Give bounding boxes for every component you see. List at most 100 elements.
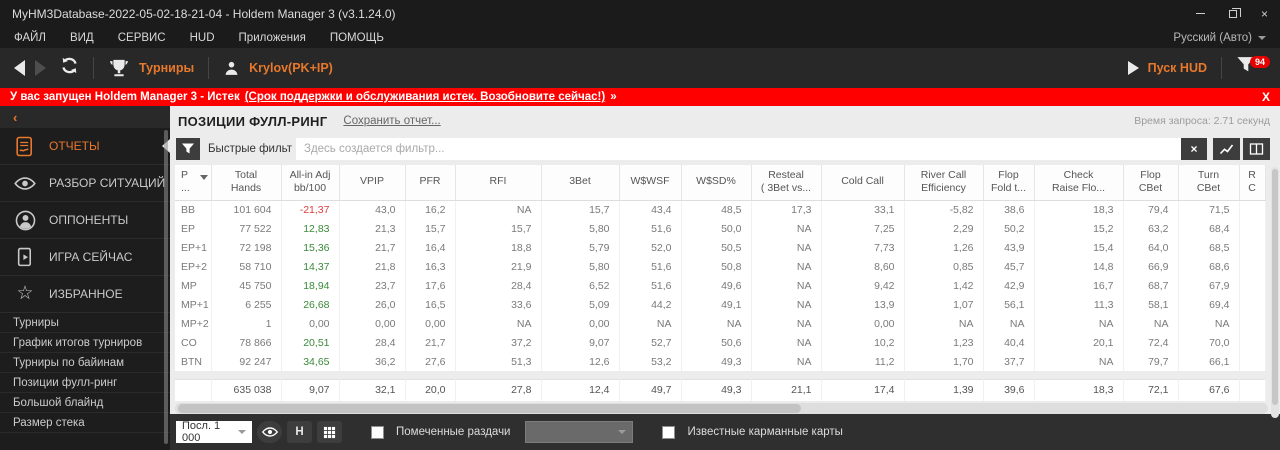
- marked-hands-filter-select[interactable]: [525, 421, 634, 443]
- stat-cell: 51,6: [619, 257, 682, 276]
- table-row[interactable]: EP+1 72 198 15,36 21,7 16,4 18,8 5,79 52,0 50,5 N…: [175, 238, 1266, 257]
- sidebar-report-stack-size[interactable]: Размер стека: [0, 413, 170, 433]
- player-selector[interactable]: Krylov(PK+IP): [223, 60, 333, 77]
- stat-cell: 72 198: [211, 238, 282, 257]
- stat-cell: 33,1: [821, 200, 905, 219]
- back-button[interactable]: [14, 60, 25, 76]
- menu-service[interactable]: СЕРВИС: [118, 32, 166, 44]
- restore-button[interactable]: [1228, 7, 1241, 18]
- filters-button[interactable]: 94: [1236, 55, 1270, 81]
- stat-cell: [1239, 352, 1266, 371]
- column-header[interactable]: RFI: [455, 165, 542, 201]
- sidebar-report-positions-fullring[interactable]: Позиции фулл-ринг: [0, 373, 170, 393]
- sidebar-report-tournaments[interactable]: Турниры: [0, 313, 170, 333]
- stat-cell: 15,2: [1034, 219, 1124, 238]
- stat-cell: 43,0: [339, 200, 406, 219]
- column-header[interactable]: Cold Call: [821, 165, 905, 201]
- stat-cell: 15,36: [281, 238, 340, 257]
- column-header[interactable]: Flop Fold t...: [983, 165, 1035, 201]
- columns-view-button[interactable]: [1243, 138, 1270, 160]
- marked-hands-checkbox[interactable]: [371, 425, 384, 439]
- save-report-link[interactable]: Сохранить отчет...: [343, 115, 440, 127]
- stat-cell: 21,7: [405, 333, 456, 352]
- column-header[interactable]: PFR: [405, 165, 456, 201]
- column-header[interactable]: R C: [1239, 165, 1266, 201]
- known-cards-checkbox[interactable]: [662, 425, 676, 439]
- table-row[interactable]: BB 101 604 -21,37 43,0 16,2 NA 15,7 43,4 48,5 17,…: [175, 200, 1266, 219]
- sidebar-report-by-buyin[interactable]: Турниры по байинам: [0, 353, 170, 373]
- horizontal-scrollbar[interactable]: [175, 402, 1268, 414]
- menu-apps[interactable]: Приложения: [239, 32, 306, 44]
- table-columns-icon: [1249, 143, 1264, 155]
- column-header[interactable]: Turn CBet: [1178, 165, 1240, 201]
- stat-cell: 44,2: [619, 295, 682, 314]
- tournaments-label: Турниры: [139, 61, 195, 75]
- quick-filter-button[interactable]: [176, 138, 200, 160]
- column-header[interactable]: All-in Adj bb/100: [281, 165, 340, 201]
- table-row[interactable]: MP 45 750 18,94 23,7 17,6 28,4 6,52 51,6 49,6 NA 9…: [175, 276, 1266, 295]
- stats-table: P ... Total Hands All-in Adj bb/100 VPIP PFR…: [175, 165, 1266, 371]
- stat-cell: 56,1: [983, 295, 1035, 314]
- menu-hud[interactable]: HUD: [190, 32, 215, 44]
- column-header[interactable]: P ...: [175, 165, 212, 201]
- play-icon: [1127, 61, 1139, 75]
- column-header[interactable]: W$SD%: [681, 165, 752, 201]
- launch-hud-button[interactable]: Пуск HUD: [1127, 61, 1207, 75]
- column-header[interactable]: VPIP: [339, 165, 406, 201]
- vertical-scrollbar-thumb[interactable]: [1272, 169, 1278, 405]
- refresh-button[interactable]: [60, 56, 79, 80]
- stat-cell: 0,85: [904, 257, 984, 276]
- table-row[interactable]: MP+2 1 0,00 0,00 0,00 NA 0,00 NA NA NA 0,00 NA NA NA N…: [175, 314, 1266, 333]
- summary-cell: 49,7: [619, 379, 682, 401]
- sidebar-item-play-now[interactable]: ИГРА СЕЙЧАС: [0, 239, 170, 276]
- column-header[interactable]: River Call Efficiency: [904, 165, 984, 201]
- column-header[interactable]: Total Hands: [211, 165, 282, 201]
- sidebar-item-hand-review[interactable]: РАЗБОР СИТУАЦИЙ: [0, 165, 170, 202]
- menu-view[interactable]: ВИД: [70, 32, 94, 44]
- page-title: ПОЗИЦИИ ФУЛЛ-РИНГ: [178, 113, 328, 129]
- stat-cell: 48,5: [681, 200, 752, 219]
- menu-file[interactable]: ФАЙЛ: [14, 32, 46, 44]
- sidebar-report-tourney-graph[interactable]: График итогов турниров: [0, 333, 170, 353]
- filter-builder-input[interactable]: [296, 138, 1181, 160]
- sidebar-item-opponents[interactable]: ОППОНЕНТЫ: [0, 202, 170, 239]
- column-header[interactable]: W$WSF: [619, 165, 682, 201]
- table-row[interactable]: EP+2 58 710 14,37 21,8 16,3 21,9 5,80 51,6 50,8 N…: [175, 257, 1266, 276]
- window-title: MyHM3Database-2022-05-02-18-21-04 - Hold…: [12, 6, 396, 21]
- sidebar-collapse-button[interactable]: ‹: [0, 106, 170, 128]
- sidebar-item-reports[interactable]: ОТЧЕТЫ: [0, 128, 170, 165]
- banner-close-button[interactable]: X: [1262, 90, 1270, 104]
- hand-history-button[interactable]: H: [287, 421, 312, 443]
- vertical-scrollbar[interactable]: [1271, 167, 1279, 418]
- table-row[interactable]: CO 78 866 20,51 28,4 21,7 37,2 9,07 52,7 50,6 NA 1…: [175, 333, 1266, 352]
- replayer-eye-button[interactable]: [257, 421, 282, 443]
- table-row[interactable]: EP 77 522 12,83 21,3 15,7 15,7 5,80 51,6 50,0 NA 7…: [175, 219, 1266, 238]
- stat-cell: 8,60: [821, 257, 905, 276]
- graph-view-button[interactable]: [1213, 138, 1240, 160]
- tournaments-tab[interactable]: Турниры: [108, 58, 194, 78]
- column-header[interactable]: Resteal ( 3Bet vs...: [751, 165, 822, 201]
- grid-view-button[interactable]: [317, 421, 342, 443]
- horizontal-scrollbar-thumb[interactable]: [178, 403, 801, 413]
- forward-button[interactable]: [35, 60, 46, 76]
- column-header[interactable]: Flop CBet: [1123, 165, 1179, 201]
- language-selector[interactable]: Русский (Авто): [1173, 32, 1266, 44]
- sidebar-item-favorites[interactable]: ☆ ИЗБРАННОЕ: [0, 276, 170, 313]
- minimize-button[interactable]: [1195, 13, 1205, 14]
- last-hands-select[interactable]: Посл. 1 000: [176, 420, 252, 444]
- sidebar-report-big-blind[interactable]: Большой блайнд: [0, 393, 170, 413]
- table-row[interactable]: BTN 92 247 34,65 36,2 27,6 51,3 12,6 53,2 49,3 NA…: [175, 352, 1266, 371]
- table-row[interactable]: MP+1 6 255 26,68 26,0 16,5 33,6 5,09 44,2 49,1 NA…: [175, 295, 1266, 314]
- stat-cell: 79,7: [1123, 352, 1179, 371]
- summary-cell: 32,1: [339, 379, 406, 401]
- banner-renew-link[interactable]: (Срок поддержки и обслуживания истек. Во…: [245, 91, 605, 103]
- column-header[interactable]: 3Bet: [541, 165, 620, 201]
- stat-cell: 16,5: [405, 295, 456, 314]
- clear-filter-button[interactable]: ×: [1181, 138, 1207, 160]
- query-time: Время запроса: 2.71 секунд: [1134, 115, 1270, 127]
- menu-help[interactable]: ПОМОЩЬ: [330, 32, 384, 44]
- column-header[interactable]: Check Raise Flo...: [1034, 165, 1124, 201]
- sidebar-scrollbar[interactable]: [164, 130, 168, 444]
- stat-cell: 16,3: [405, 257, 456, 276]
- close-button[interactable]: ×: [1261, 7, 1268, 21]
